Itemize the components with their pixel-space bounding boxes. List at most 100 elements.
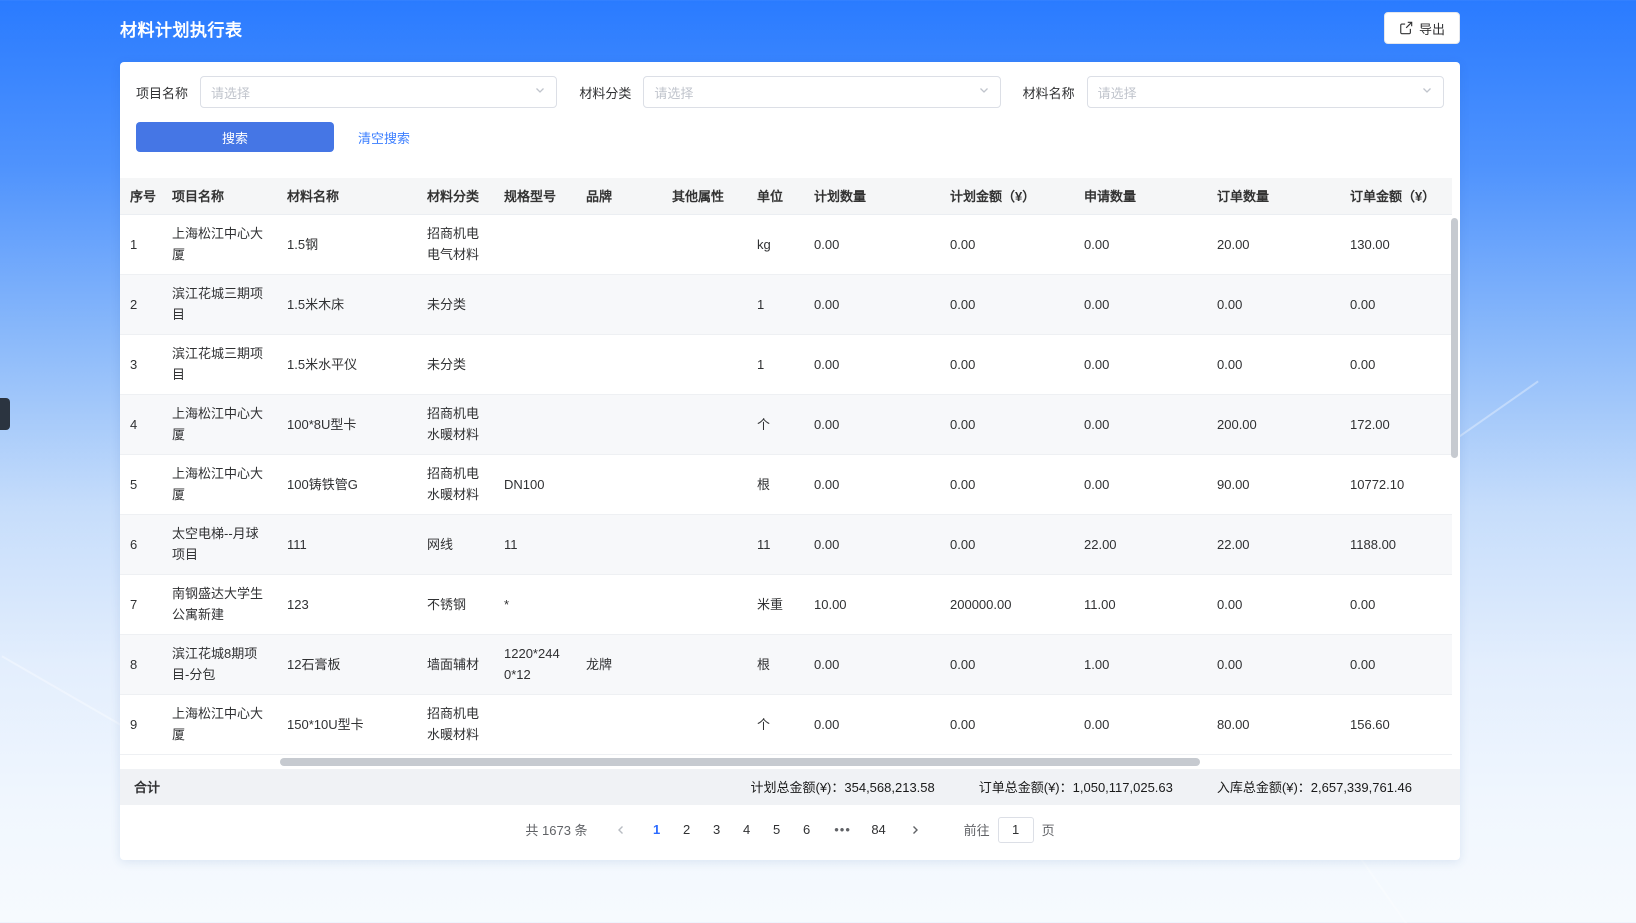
table-row[interactable]: 2滨江花城三期项目1.5米木床未分类10.000.000.000.000.00 — [120, 274, 1452, 334]
pagination-page-last[interactable]: 84 — [866, 817, 892, 843]
table-cell — [662, 394, 747, 454]
table-cell — [494, 214, 576, 274]
table-cell: 太空电梯--月球项目 — [162, 514, 277, 574]
table-cell: 未分类 — [417, 334, 494, 394]
table-cell: 上海松江中心大厦 — [162, 454, 277, 514]
table-cell: 招商机电电气材料 — [417, 214, 494, 274]
table-cell: 南钢盛达大学生公寓新建 — [162, 574, 277, 634]
table-cell: 22.00 — [1207, 514, 1340, 574]
pagination: 共 1673 条 123456 ••• 84 前往 页 — [120, 805, 1460, 855]
table-cell: 100*8U型卡 — [277, 394, 417, 454]
table-cell: 9 — [120, 694, 162, 754]
table-cell — [494, 394, 576, 454]
table-row[interactable]: 5上海松江中心大厦100铸铁管G招商机电水暖材料DN100根0.000.000.… — [120, 454, 1452, 514]
table-row[interactable]: 8滨江花城8期项目-分包12石膏板墙面辅材1220*2440*12龙牌根0.00… — [120, 634, 1452, 694]
table-cell: 123 — [277, 574, 417, 634]
table-cell: 1.5米木床 — [277, 274, 417, 334]
table-cell: 墙面辅材 — [417, 634, 494, 694]
table-cell: 米重 — [747, 574, 804, 634]
pagination-page-suffix: 页 — [1042, 820, 1055, 839]
material-category-label: 材料分类 — [579, 83, 631, 102]
table-cell — [662, 514, 747, 574]
pagination-next-button[interactable] — [902, 817, 928, 843]
pagination-page-2[interactable]: 2 — [674, 817, 700, 843]
table-cell — [576, 694, 662, 754]
page-title: 材料计划执行表 — [120, 16, 243, 41]
column-header-1: 项目名称 — [162, 178, 277, 214]
column-header-11: 订单数量 — [1207, 178, 1340, 214]
table-cell: 111 — [277, 514, 417, 574]
table-cell — [576, 574, 662, 634]
table-cell: 0.00 — [804, 634, 940, 694]
table-cell: 招商机电水暖材料 — [417, 694, 494, 754]
pagination-page-1[interactable]: 1 — [644, 817, 670, 843]
table-cell — [576, 514, 662, 574]
table-cell: 个 — [747, 394, 804, 454]
table-cell: * — [494, 574, 576, 634]
plan-total-amount: 计划总金额(¥)：354,568,213.58 — [750, 777, 934, 796]
table-cell: 200000.00 — [940, 574, 1074, 634]
table-cell — [662, 454, 747, 514]
topbar: 材料计划执行表 导出 — [120, 0, 1460, 56]
table-header-row: 序号项目名称材料名称材料分类规格型号品牌其他属性单位计划数量计划金额（¥）申请数… — [120, 178, 1452, 214]
table-cell: 130.00 — [1340, 214, 1452, 274]
table-cell: 1.00 — [1074, 634, 1207, 694]
pagination-page-5[interactable]: 5 — [764, 817, 790, 843]
table-cell — [576, 454, 662, 514]
column-header-8: 计划数量 — [804, 178, 940, 214]
project-name-label: 项目名称 — [136, 83, 188, 102]
table-cell: 0.00 — [1207, 274, 1340, 334]
table-cell: 22.00 — [1074, 514, 1207, 574]
pagination-page-6[interactable]: 6 — [794, 817, 820, 843]
main-panel: 项目名称 请选择 材料分类 请选择 材料名称 请选择 — [120, 62, 1460, 860]
table-row[interactable]: 4上海松江中心大厦100*8U型卡招商机电水暖材料个0.000.000.0020… — [120, 394, 1452, 454]
export-icon — [1399, 21, 1413, 35]
vertical-scrollbar[interactable] — [1451, 218, 1458, 458]
table-cell: 90.00 — [1207, 454, 1340, 514]
pagination-pages: 123456 — [644, 817, 820, 843]
drawer-handle[interactable] — [0, 398, 10, 430]
table-cell — [576, 214, 662, 274]
table-row[interactable]: 1上海松江中心大厦1.5钢招商机电电气材料kg0.000.000.0020.00… — [120, 214, 1452, 274]
project-select[interactable]: 请选择 — [200, 76, 557, 108]
table-cell: 0.00 — [940, 694, 1074, 754]
table-cell: 上海松江中心大厦 — [162, 394, 277, 454]
pagination-ellipsis[interactable]: ••• — [830, 822, 856, 837]
table-cell: 0.00 — [804, 274, 940, 334]
table-cell: 0.00 — [940, 214, 1074, 274]
table-cell: 0.00 — [804, 694, 940, 754]
pagination-goto-input[interactable] — [998, 817, 1034, 843]
table-row[interactable]: 6太空电梯--月球项目111网线11110.000.0022.0022.0011… — [120, 514, 1452, 574]
material-category-select[interactable]: 请选择 — [643, 76, 1000, 108]
table-cell: 1 — [747, 274, 804, 334]
column-header-12: 订单金额（¥） — [1340, 178, 1452, 214]
table-row[interactable]: 7南钢盛达大学生公寓新建123不锈钢*米重10.00200000.0011.00… — [120, 574, 1452, 634]
search-button[interactable]: 搜索 — [136, 122, 334, 152]
table-row[interactable]: 3滨江花城三期项目1.5米水平仪未分类10.000.000.000.000.00 — [120, 334, 1452, 394]
table-cell: 0.00 — [940, 274, 1074, 334]
project-select-placeholder: 请选择 — [211, 83, 250, 102]
export-button-label: 导出 — [1419, 19, 1445, 38]
pagination-goto-label: 前往 — [964, 820, 990, 839]
pagination-page-4[interactable]: 4 — [734, 817, 760, 843]
clear-search-link[interactable]: 清空搜索 — [358, 128, 410, 147]
table-cell: 滨江花城三期项目 — [162, 334, 277, 394]
table-cell: 0.00 — [1074, 394, 1207, 454]
summary-total-label: 合计 — [134, 777, 160, 796]
table-cell: 150*10U型卡 — [277, 694, 417, 754]
table-cell: 1.5米水平仪 — [277, 334, 417, 394]
export-button[interactable]: 导出 — [1384, 12, 1460, 44]
pagination-page-3[interactable]: 3 — [704, 817, 730, 843]
table-row[interactable]: 9上海松江中心大厦150*10U型卡招商机电水暖材料个0.000.000.008… — [120, 694, 1452, 754]
chevron-down-icon — [534, 83, 546, 101]
material-name-select[interactable]: 请选择 — [1087, 76, 1444, 108]
table-cell: 0.00 — [804, 454, 940, 514]
summary-bar: 合计 计划总金额(¥)：354,568,213.58 订单总金额(¥)：1,05… — [120, 769, 1460, 805]
column-header-9: 计划金额（¥） — [940, 178, 1074, 214]
table-cell: 200.00 — [1207, 394, 1340, 454]
column-header-4: 规格型号 — [494, 178, 576, 214]
horizontal-scrollbar[interactable] — [280, 758, 1200, 766]
pagination-prev-button[interactable] — [608, 817, 634, 843]
table-cell: 11 — [494, 514, 576, 574]
table-cell: 0.00 — [1340, 334, 1452, 394]
